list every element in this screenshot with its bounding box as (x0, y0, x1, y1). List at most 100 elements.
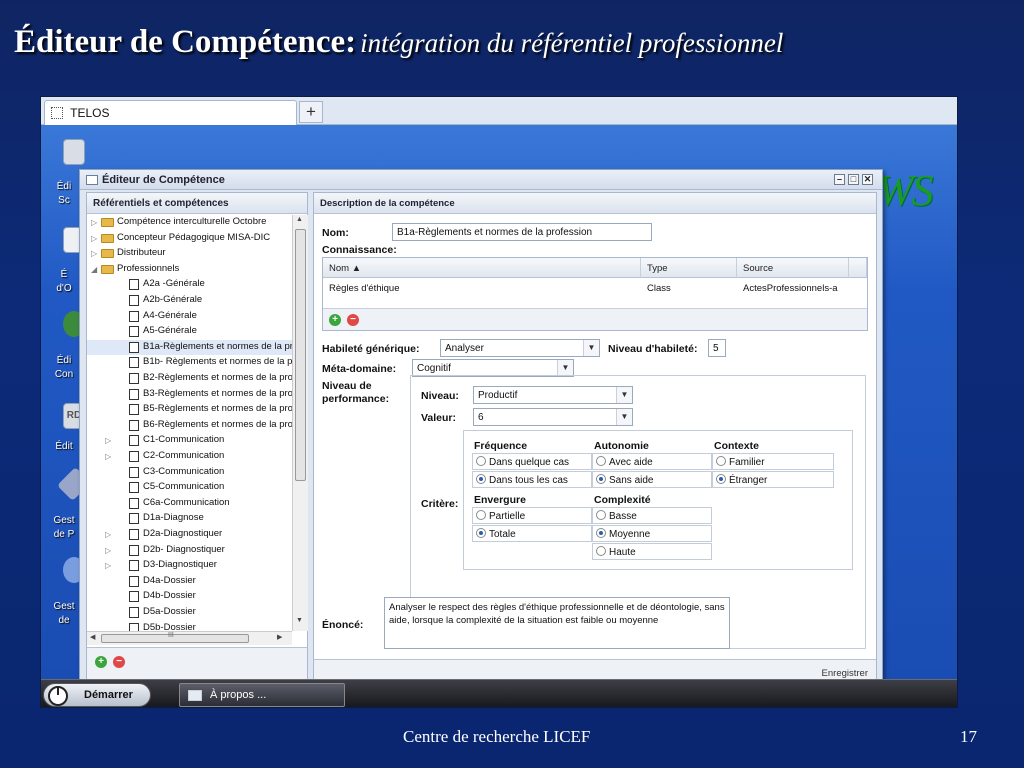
expand-arrow-icon[interactable]: ▷ (91, 246, 99, 261)
tree-node[interactable]: D4a-Dossier (87, 574, 292, 590)
save-button[interactable]: Enregistrer (822, 668, 868, 679)
valeur-select[interactable]: 6 ▼ (473, 408, 633, 426)
expand-arrow-icon[interactable]: ▷ (91, 231, 99, 246)
scrollbar-thumb[interactable]: III (101, 632, 249, 643)
tree-node[interactable]: B5-Règlements et normes de la profession (87, 402, 292, 418)
complexite-option[interactable]: Moyenne (592, 525, 712, 542)
tree-node[interactable]: A2b-Générale (87, 293, 292, 309)
tree-node[interactable]: C5-Communication (87, 480, 292, 496)
tree-horizontal-scrollbar[interactable]: ◀ III ▶ (87, 631, 292, 645)
contexte-option[interactable]: Étranger (712, 471, 834, 488)
complexite-option[interactable]: Basse (592, 507, 712, 524)
contexte-option[interactable]: Familier (712, 453, 834, 470)
tree-node[interactable]: B1b- Règlements et normes de la professi… (87, 355, 292, 371)
tree-node[interactable]: ▷ D3-Diagnostiquer (87, 558, 292, 574)
radio-selected-icon[interactable] (596, 474, 606, 484)
expand-arrow-icon[interactable]: ▷ (105, 558, 113, 573)
window-titlebar[interactable]: Éditeur de Compétence – □ ✕ (80, 170, 882, 190)
scroll-left-icon[interactable]: ◀ (90, 633, 95, 641)
taskbar-item-about[interactable]: À propos ... (179, 683, 345, 707)
add-knowledge-icon[interactable]: + (329, 314, 341, 326)
autonomie-option[interactable]: Sans aide (592, 471, 712, 488)
scroll-down-icon[interactable]: ▼ (296, 617, 303, 624)
tree-vertical-scrollbar[interactable]: ▲ ▼ (292, 215, 308, 631)
envergure-option[interactable]: Totale (472, 525, 592, 542)
tree-node[interactable]: A4-Générale (87, 309, 292, 325)
tree-node[interactable]: D5b-Dossier (87, 621, 292, 631)
tree-node[interactable]: A5-Générale (87, 324, 292, 340)
chevron-down-icon[interactable]: ▼ (616, 409, 632, 425)
desktop-app-icon[interactable] (63, 139, 85, 165)
document-icon (129, 622, 139, 631)
competence-tree: ▷ Compétence interculturelle Octobre ▷ Conc… (87, 215, 292, 631)
radio-icon[interactable] (596, 510, 606, 520)
tree-node[interactable]: ▷ C1-Communication (87, 433, 292, 449)
maximize-button[interactable]: □ (848, 174, 859, 185)
tree-node[interactable]: ▷ Concepteur Pédagogique MISA-DIC (87, 231, 292, 247)
scroll-up-icon[interactable]: ▲ (296, 216, 303, 223)
tree-node[interactable]: D5a-Dossier (87, 605, 292, 621)
referentials-panel-header: Référentiels et compétences (87, 193, 307, 214)
option-label: Haute (609, 547, 636, 558)
chevron-down-icon[interactable]: ▼ (583, 340, 599, 356)
tree-node[interactable]: ◢ Professionnels (87, 262, 292, 278)
tree-node[interactable]: B6-Règlements et normes de la profession (87, 418, 292, 434)
scroll-right-icon[interactable]: ▶ (277, 633, 282, 641)
tree-node[interactable]: C3-Communication (87, 465, 292, 481)
radio-icon[interactable] (476, 510, 486, 520)
radio-selected-icon[interactable] (596, 528, 606, 538)
tree-node[interactable]: B1a-Règlements et normes de la professio… (87, 339, 292, 356)
tree-node[interactable]: A2a -Générale (87, 277, 292, 293)
nom-input[interactable]: B1a-Règlements et normes de la professio… (392, 223, 652, 241)
niveau-habilete-input[interactable]: 5 (708, 339, 726, 357)
autonomie-option[interactable]: Avec aide (592, 453, 712, 470)
remove-icon[interactable]: − (113, 656, 125, 668)
radio-selected-icon[interactable] (476, 474, 486, 484)
expand-arrow-icon[interactable]: ▷ (105, 433, 113, 448)
referentials-panel: Référentiels et compétences ▷ Compétence … (86, 192, 308, 690)
tree-node[interactable]: ▷ D2a-Diagnostiquer (87, 527, 292, 543)
frequence-option[interactable]: Dans tous les cas (472, 471, 592, 488)
envergure-option[interactable]: Partielle (472, 507, 592, 524)
close-button[interactable]: ✕ (862, 174, 873, 185)
enonce-label: Énoncé: (322, 619, 364, 631)
document-icon (129, 357, 139, 369)
scrollbar-thumb[interactable] (295, 229, 306, 481)
enonce-textarea[interactable]: Analyser le respect des règles d'éthique… (384, 597, 730, 649)
tree-node[interactable]: B3-Règlements et normes de la profession (87, 387, 292, 403)
radio-selected-icon[interactable] (476, 528, 486, 538)
tree-node[interactable]: D4b-Dossier (87, 589, 292, 605)
start-button[interactable]: Démarrer (43, 683, 151, 707)
habilete-select[interactable]: Analyser ▼ (440, 339, 600, 357)
tree-node[interactable]: D1a-Diagnose (87, 511, 292, 527)
tree-node[interactable]: B2-Règlements et normes de la profession (87, 371, 292, 387)
radio-icon[interactable] (596, 456, 606, 466)
tree-node[interactable]: ▷ Compétence interculturelle Octobre (87, 215, 292, 231)
tree-node[interactable]: C6a-Communication (87, 496, 292, 512)
expand-arrow-icon[interactable]: ▷ (91, 215, 99, 230)
column-header-type[interactable]: Type (641, 258, 737, 278)
radio-icon[interactable] (476, 456, 486, 466)
chevron-down-icon[interactable]: ▼ (557, 360, 573, 376)
remove-knowledge-icon[interactable]: − (347, 314, 359, 326)
tree-node[interactable]: ▷ D2b- Diagnostiquer (87, 543, 292, 559)
complexite-option[interactable]: Haute (592, 543, 712, 560)
add-icon[interactable]: + (95, 656, 107, 668)
expand-arrow-icon[interactable]: ▷ (105, 527, 113, 542)
chevron-down-icon[interactable]: ▼ (616, 387, 632, 403)
column-header-source[interactable]: Source (737, 258, 849, 278)
radio-selected-icon[interactable] (716, 474, 726, 484)
expand-arrow-icon[interactable]: ▷ (105, 543, 113, 558)
radio-icon[interactable] (596, 546, 606, 556)
new-tab-button[interactable]: + (299, 101, 323, 123)
expand-arrow-icon[interactable]: ▷ (105, 449, 113, 464)
tree-node[interactable]: ▷ Distributeur (87, 246, 292, 262)
collapse-arrow-icon[interactable]: ◢ (91, 262, 99, 277)
radio-icon[interactable] (716, 456, 726, 466)
browser-tab[interactable]: TELOS (44, 100, 297, 125)
frequence-option[interactable]: Dans quelque cas (472, 453, 592, 470)
niveau-select[interactable]: Productif ▼ (473, 386, 633, 404)
minimize-button[interactable]: – (834, 174, 845, 185)
tree-node[interactable]: ▷ C2-Communication (87, 449, 292, 465)
column-header-nom[interactable]: Nom ▲ (323, 258, 641, 278)
